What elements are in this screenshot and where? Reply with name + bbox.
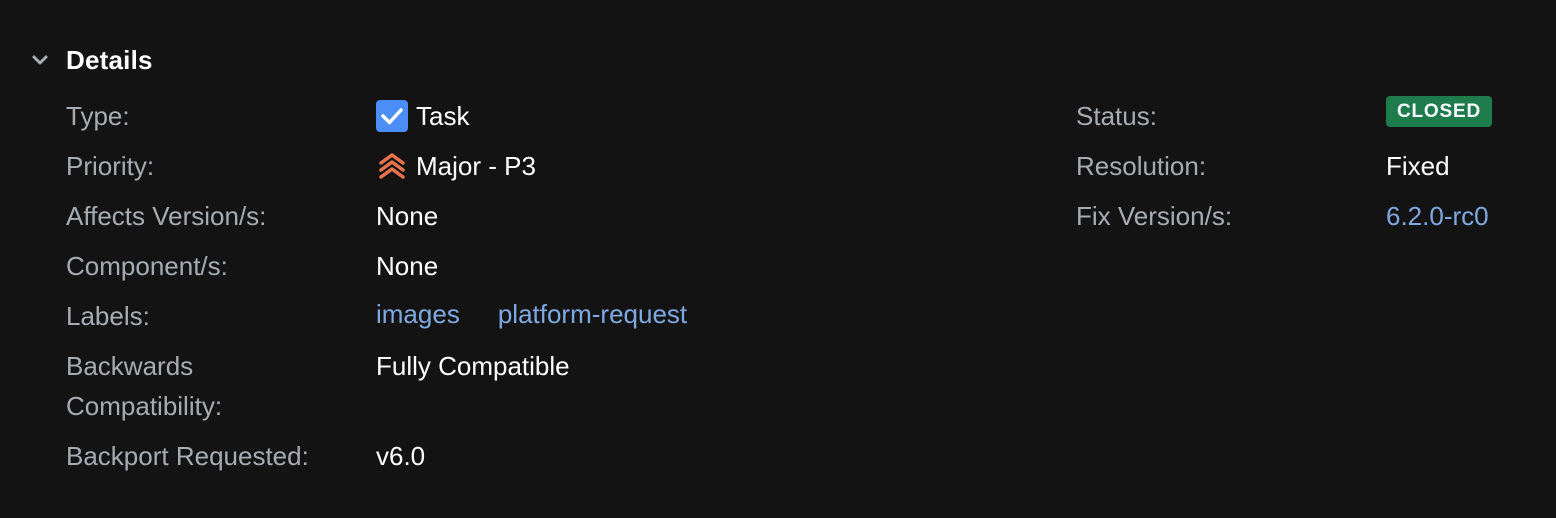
field-label-backwards-compat-line1: Backwards [66, 351, 194, 381]
field-value-backwards-compat: Fully Compatible [376, 351, 570, 381]
field-row-backwards-compat: Backwards Compatibility: Fully Compatibl… [66, 346, 570, 426]
field-value-resolution: Fixed [1386, 151, 1450, 181]
field-row-status: Status: CLOSED [1076, 96, 1492, 136]
chevron-down-icon[interactable] [28, 48, 52, 72]
field-label-type: Type: [66, 101, 130, 131]
label-tag-images[interactable]: images [364, 294, 472, 334]
field-row-affects-version: Affects Version/s: None [66, 196, 438, 236]
field-row-type: Type: Task [66, 96, 469, 136]
field-value-backport: v6.0 [376, 441, 426, 471]
fix-version-link[interactable]: 6.2.0-rc0 [1386, 196, 1489, 236]
section-title: Details [66, 44, 153, 75]
field-value-priority: Major - P3 [376, 146, 536, 186]
field-value-affects-version: None [376, 201, 439, 231]
field-label-resolution: Resolution: [1076, 151, 1207, 181]
field-row-labels: Labels: images platform-request [66, 294, 699, 336]
field-label-backwards-compat-line2: Compatibility: [66, 391, 223, 421]
field-row-fix-version: Fix Version/s: 6.2.0-rc0 [1076, 196, 1489, 236]
field-value-status: CLOSED [1386, 96, 1492, 127]
field-row-backport: Backport Requested: v6.0 [66, 436, 425, 476]
task-checkbox-icon [376, 100, 408, 132]
label-tag-platform-request[interactable]: platform-request [486, 294, 699, 334]
field-label-backwards-compat: Backwards Compatibility: [66, 346, 376, 426]
field-row-resolution: Resolution: Fixed [1076, 146, 1450, 186]
field-label-backport: Backport Requested: [66, 441, 309, 471]
priority-text: Major - P3 [416, 151, 536, 181]
field-value-components: None [376, 251, 439, 281]
field-label-labels: Labels: [66, 301, 150, 331]
field-row-components: Component/s: None [66, 246, 438, 286]
details-panel: Details Type: Task Priority: Major - P3 … [0, 0, 1556, 518]
field-value-type: Task [376, 96, 469, 136]
type-text: Task [416, 101, 470, 131]
field-value-labels: images platform-request [364, 294, 699, 334]
field-label-components: Component/s: [66, 251, 228, 281]
field-label-affects-version: Affects Version/s: [66, 201, 267, 231]
details-section-toggle[interactable]: Details [28, 40, 153, 80]
field-label-priority: Priority: [66, 151, 155, 181]
field-value-fix-version: 6.2.0-rc0 [1386, 196, 1489, 236]
priority-major-icon [376, 150, 408, 182]
field-label-fix-version: Fix Version/s: [1076, 201, 1233, 231]
field-row-priority: Priority: Major - P3 [66, 146, 536, 186]
field-label-status: Status: [1076, 101, 1157, 131]
status-badge: CLOSED [1386, 96, 1492, 127]
